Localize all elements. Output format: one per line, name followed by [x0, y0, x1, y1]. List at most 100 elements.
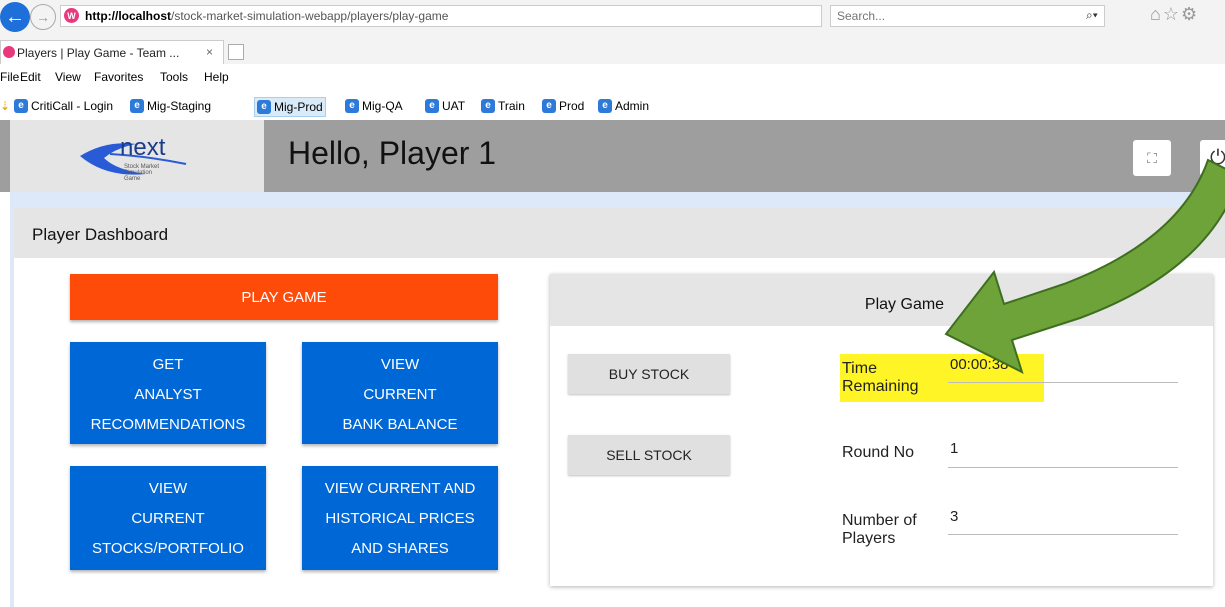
favorite-label: Mig-Prod	[274, 100, 323, 114]
browser-tab[interactable]: Players | Play Game - Team ... ×	[0, 40, 224, 64]
site-favicon-icon: W	[64, 8, 79, 23]
sell-stock-button[interactable]: SELL STOCK	[568, 435, 730, 475]
ie-icon: e	[481, 99, 495, 113]
favorites-star-icon[interactable]: ☆	[1163, 4, 1181, 24]
play-game-card-header: Play Game	[550, 274, 1213, 326]
label-line: Number of	[842, 512, 917, 529]
button-line: CURRENT	[131, 510, 205, 527]
favorite-label: Mig-Staging	[147, 99, 212, 113]
button-line: GET	[152, 356, 184, 373]
button-line: HISTORICAL PRICES	[325, 510, 475, 527]
ie-icon: e	[257, 100, 271, 114]
menu-favorites[interactable]: Favorites	[94, 70, 143, 84]
favorite-mig-staging[interactable]: e Mig-Staging	[130, 97, 211, 115]
ie-icon: e	[130, 99, 144, 113]
time-remaining-value: 00:00:38	[950, 356, 1009, 373]
button-line: CURRENT	[363, 386, 437, 403]
logo-subtext: Stock Market Simulation Game	[124, 164, 160, 182]
round-no-label: Round No	[842, 444, 915, 461]
favorite-label: CritiCall - Login	[31, 99, 114, 113]
favorite-admin[interactable]: e Admin	[598, 97, 649, 115]
time-field-underline	[948, 382, 1178, 383]
favorite-label: UAT	[442, 99, 466, 113]
power-icon: ⏻	[1210, 147, 1225, 169]
fullscreen-icon: ⛶	[1147, 149, 1157, 166]
favorite-prod[interactable]: e Prod	[542, 97, 584, 115]
menu-help[interactable]: Help	[204, 70, 229, 84]
player-dashboard-panel: Player Dashboard PLAY GAME GET ANALYST R…	[14, 208, 1225, 607]
number-of-players-value: 3	[950, 508, 959, 525]
buy-stock-button[interactable]: BUY STOCK	[568, 354, 730, 394]
tab-close-icon[interactable]: ×	[206, 45, 213, 59]
url-path: /stock-market-simulation-webapp/players/…	[171, 9, 449, 23]
favorite-label: Prod	[559, 99, 585, 113]
browser-address-bar: ← → W http://localhost/stock-market-simu…	[0, 0, 1225, 38]
number-of-players-label: Number of Players	[842, 512, 917, 548]
dashboard-title: Player Dashboard	[32, 225, 169, 244]
view-prices-shares-button[interactable]: VIEW CURRENT AND HISTORICAL PRICES AND S…	[302, 466, 498, 570]
search-input[interactable]	[837, 8, 1067, 24]
button-line: ANALYST	[134, 386, 202, 403]
browser-tab-bar: Players | Play Game - Team ... ×	[0, 38, 1225, 64]
button-line: VIEW CURRENT AND	[324, 480, 476, 497]
tab-favicon-icon	[3, 46, 15, 58]
label-line: Players	[842, 530, 896, 547]
label-line: Time	[842, 360, 877, 377]
play-game-card: Play Game BUY STOCK SELL STOCK Time Rema…	[550, 274, 1213, 586]
time-remaining-label: Time Remaining	[842, 360, 918, 396]
ie-icon: e	[345, 99, 359, 113]
menu-tools[interactable]: Tools	[160, 70, 188, 84]
favorite-mig-qa[interactable]: e Mig-QA	[345, 97, 403, 115]
ie-icon: e	[598, 99, 612, 113]
forward-arrow-icon: →	[36, 9, 50, 25]
play-game-title: Play Game	[864, 296, 945, 313]
browser-toolbar-icons[interactable]: ⌂☆⚙	[1150, 4, 1199, 25]
forward-button[interactable]: →	[30, 4, 56, 30]
browser-search-box[interactable]: ⌕▾	[830, 5, 1105, 27]
favorite-criticall[interactable]: e CritiCall - Login	[14, 97, 113, 115]
back-arrow-icon: ←	[5, 5, 25, 28]
home-icon[interactable]: ⌂	[1150, 4, 1163, 24]
button-line: BANK BALANCE	[342, 416, 458, 433]
logo[interactable]: next Stock Market Simulation Game	[10, 120, 264, 192]
round-field-underline	[948, 467, 1178, 468]
favorite-label: Train	[498, 99, 525, 113]
favorite-label: Admin	[615, 99, 650, 113]
ie-icon: e	[542, 99, 556, 113]
logo-text: next	[120, 134, 166, 161]
url-host: http://localhost	[85, 9, 171, 23]
view-stocks-portfolio-button[interactable]: VIEW CURRENT STOCKS/PORTFOLIO	[70, 466, 266, 570]
browser-menu-bar: File Edit View Favorites Tools Help	[0, 66, 1225, 90]
favorite-train[interactable]: e Train	[481, 97, 525, 115]
add-favorite-icon[interactable]: ⇣	[0, 99, 10, 113]
tab-title: Players | Play Game - Team ...	[17, 46, 180, 60]
back-button[interactable]: ←	[0, 2, 30, 32]
button-line: VIEW	[148, 480, 188, 497]
get-analyst-recommendations-button[interactable]: GET ANALYST RECOMMENDATIONS	[70, 342, 266, 444]
play-game-button[interactable]: PLAY GAME	[70, 274, 498, 320]
ie-icon: e	[14, 99, 28, 113]
url-field[interactable]: W http://localhost/stock-market-simulati…	[60, 5, 866, 27]
round-no-value: 1	[950, 440, 959, 457]
menu-edit[interactable]: Edit	[20, 70, 41, 84]
search-icon[interactable]: ⌕▾	[1086, 8, 1098, 23]
url-text[interactable]: http://localhost/stock-market-simulation…	[85, 9, 448, 23]
view-bank-balance-button[interactable]: VIEW CURRENT BANK BALANCE	[302, 342, 498, 444]
button-line: STOCKS/PORTFOLIO	[92, 540, 244, 557]
button-line: RECOMMENDATIONS	[90, 416, 246, 433]
ie-icon: e	[425, 99, 439, 113]
favorite-label: Mig-QA	[362, 99, 403, 113]
new-tab-button[interactable]	[228, 44, 244, 60]
players-field-underline	[948, 534, 1178, 535]
app-header: next Stock Market Simulation Game Hello,…	[0, 120, 1225, 192]
settings-gear-icon[interactable]: ⚙	[1181, 4, 1199, 24]
page-title: Hello, Player 1	[288, 135, 497, 171]
label-line: Remaining	[842, 378, 919, 395]
fullscreen-button[interactable]: ⛶	[1133, 140, 1171, 176]
favorite-uat[interactable]: e UAT	[425, 97, 465, 115]
menu-file[interactable]: File	[0, 70, 19, 84]
power-button[interactable]: ⏻	[1200, 140, 1225, 176]
menu-view[interactable]: View	[55, 70, 81, 84]
favorite-mig-prod[interactable]: e Mig-Prod	[254, 97, 326, 117]
favorites-bar: ⇣ e CritiCall - Login e Mig-Staging e Mig-P…	[0, 92, 1225, 120]
